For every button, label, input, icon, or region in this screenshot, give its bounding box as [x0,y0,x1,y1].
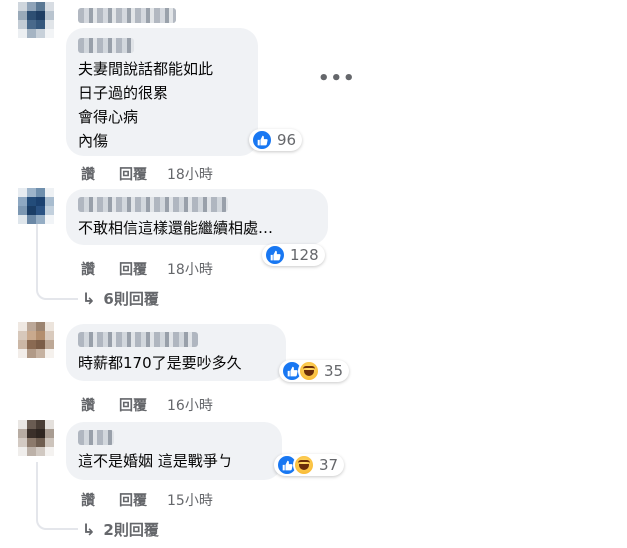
reaction-summary[interactable]: 37 [274,454,345,476]
comment-actions: 讚 回覆 15小時 [81,490,213,510]
haha-emoji-icon [298,360,320,382]
avatar[interactable] [18,188,54,224]
view-replies-link[interactable]: ↳ 6則回覆 [82,288,159,309]
commenter-name[interactable] [78,8,176,23]
avatar[interactable] [18,322,54,358]
comment-bubble: 不敢相信這樣還能繼續相處… [66,189,328,245]
comment-bubble: 夫妻間說話都能如此 日子過的很累 會得心病 內傷 [66,28,258,156]
like-button[interactable]: 讚 [81,490,95,510]
reply-button[interactable]: 回覆 [119,164,147,184]
reply-button[interactable]: 回覆 [119,259,147,279]
replies-count-label: 6則回覆 [103,290,159,308]
commenter-name-line [78,38,134,53]
timestamp[interactable]: 18小時 [167,259,213,279]
comment-bubble: 時薪都170了是要吵多久 [66,324,286,381]
reaction-count: 37 [319,456,339,474]
reply-button[interactable]: 回覆 [119,490,147,510]
view-replies-link[interactable]: ↳ 2則回覆 [82,519,159,540]
timestamp[interactable]: 15小時 [167,490,213,510]
comment-actions: 讚 回覆 16小時 [81,395,213,415]
reaction-count: 35 [324,362,344,380]
commenter-name[interactable] [78,197,228,212]
reply-arrow-icon: ↳ [82,289,96,308]
thread-elbow [36,270,78,300]
comment-text: 時薪都170了是要吵多久 [78,354,242,372]
comment-actions: 讚 回覆 18小時 [81,259,213,279]
avatar[interactable] [18,2,54,38]
more-options-icon[interactable]: ••• [318,68,356,89]
timestamp[interactable]: 18小時 [167,164,213,184]
replies-count-label: 2則回覆 [103,521,159,539]
reaction-count: 96 [277,131,297,149]
comment-text: 不敢相信這樣還能繼續相處… [78,219,274,237]
comment-text: 這不是婚姻 這是戰爭ㄅ [78,452,233,470]
reaction-summary[interactable]: 35 [279,360,350,382]
like-button[interactable]: 讚 [81,395,95,415]
comment-actions: 讚 回覆 18小時 [81,164,213,184]
reaction-count: 128 [290,246,319,264]
thumbs-up-icon [264,244,286,266]
like-button[interactable]: 讚 [81,164,95,184]
reaction-summary[interactable]: 128 [262,244,325,266]
timestamp[interactable]: 16小時 [167,395,213,415]
reply-button[interactable]: 回覆 [119,395,147,415]
haha-emoji-icon [293,454,315,476]
like-button[interactable]: 讚 [81,259,95,279]
commenter-name[interactable] [78,430,114,445]
thumbs-up-icon [251,129,273,151]
comment-bubble: 這不是婚姻 這是戰爭ㄅ [66,422,282,480]
reaction-summary[interactable]: 96 [249,129,303,151]
comment-text: 夫妻間說話都能如此 日子過的很累 會得心病 內傷 [78,60,214,150]
avatar[interactable] [18,420,54,456]
commenter-name[interactable] [78,332,198,347]
thread-elbow [36,500,78,530]
reply-arrow-icon: ↳ [82,520,96,539]
